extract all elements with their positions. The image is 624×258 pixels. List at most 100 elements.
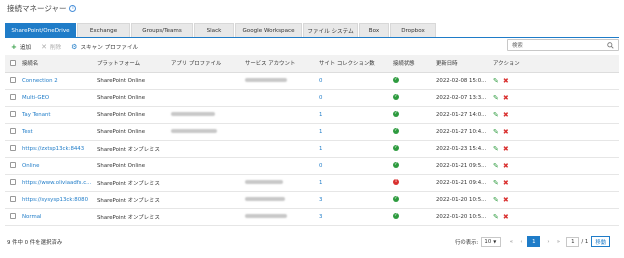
delete-icon[interactable]: ✖ xyxy=(503,111,509,119)
search-icon[interactable] xyxy=(607,42,614,49)
row-checkbox[interactable] xyxy=(5,208,20,226)
connection-name-link[interactable]: Test xyxy=(20,123,95,141)
col-header-updated[interactable]: 更新日時 xyxy=(434,55,491,73)
site-count-link[interactable]: 1 xyxy=(317,174,391,192)
actions-cell: ✎ ✖ xyxy=(491,140,619,158)
tab-box[interactable]: Box xyxy=(359,23,389,37)
col-header-app-profile[interactable]: アプリ プロファイル xyxy=(169,55,243,73)
actions-cell: ✎ ✖ xyxy=(491,208,619,226)
service-account-cell xyxy=(243,106,317,124)
edit-icon[interactable]: ✎ xyxy=(493,128,499,136)
check-circle-icon: ✓ xyxy=(393,77,399,84)
last-page-icon[interactable]: » xyxy=(554,239,562,245)
tab-underline xyxy=(5,37,619,38)
edit-icon[interactable]: ✎ xyxy=(493,162,499,170)
app-profile-cell xyxy=(169,123,243,141)
col-header-service-account[interactable]: サービス アカウント xyxy=(243,55,317,73)
delete-icon[interactable]: ✖ xyxy=(503,77,509,85)
actions-cell: ✎ ✖ xyxy=(491,123,619,141)
col-header-site-count[interactable]: サイト コレクション数 xyxy=(317,55,391,73)
table-body: Connection 2 SharePoint Online 0 ✓ 2022-02-0… xyxy=(5,72,619,226)
first-page-icon[interactable]: « xyxy=(507,239,515,245)
rows-per-page-label: 行の表示: xyxy=(455,239,479,246)
check-circle-icon: ✓ xyxy=(393,111,399,118)
site-count-link[interactable]: 3 xyxy=(317,208,391,226)
col-header-status[interactable]: 接続状態 xyxy=(391,55,434,73)
page-number-current[interactable]: 1 xyxy=(527,236,541,247)
prev-page-icon[interactable]: ‹ xyxy=(517,239,525,245)
connection-name-link[interactable]: Tay Tenant xyxy=(20,106,95,124)
tab-exchange[interactable]: Exchange xyxy=(77,23,130,37)
edit-icon[interactable]: ✎ xyxy=(493,213,499,221)
site-count-link[interactable]: 1 xyxy=(317,140,391,158)
platform-cell: SharePoint Online xyxy=(95,89,169,107)
delete-icon[interactable]: ✖ xyxy=(503,128,509,136)
app-profile-cell xyxy=(169,106,243,124)
connection-name-link[interactable]: https://www.oliviaadfs.c... xyxy=(20,174,95,192)
tab-file-system[interactable]: ファイル システム xyxy=(303,23,358,37)
site-count-link[interactable]: 0 xyxy=(317,89,391,107)
row-checkbox[interactable] xyxy=(5,140,20,158)
tab-dropbox[interactable]: Dropbox xyxy=(390,23,436,37)
col-header-name[interactable]: 接続名 xyxy=(20,55,95,73)
rows-per-page-select[interactable]: 10 ▼ xyxy=(481,236,502,247)
delete-icon[interactable]: ✖ xyxy=(503,162,509,170)
search-input[interactable]: 検索 xyxy=(507,39,619,51)
select-all-checkbox[interactable] xyxy=(5,55,20,73)
delete-icon[interactable]: ✖ xyxy=(503,179,509,187)
edit-icon[interactable]: ✎ xyxy=(493,77,499,85)
updated-cell: 2022-01-20 10:5... xyxy=(434,208,491,226)
delete-icon[interactable]: ✖ xyxy=(503,213,509,221)
tab-google-workspace[interactable]: Google Workspace xyxy=(235,23,302,37)
site-count-link[interactable]: 1 xyxy=(317,123,391,141)
table-row: Normal SharePoint オンプレミス 3 ✓ 2022-01-20 10:5… xyxy=(5,208,619,226)
move-button[interactable]: 移動 xyxy=(591,236,611,247)
connection-name-link[interactable]: Online xyxy=(20,157,95,175)
updated-cell: 2022-01-21 09:4... xyxy=(434,174,491,192)
row-checkbox[interactable] xyxy=(5,89,20,107)
delete-button[interactable]: ✕ 削除 xyxy=(41,43,61,51)
row-checkbox[interactable] xyxy=(5,123,20,141)
info-icon[interactable]: i xyxy=(69,5,77,12)
delete-icon[interactable]: ✖ xyxy=(503,94,509,102)
connection-name-link[interactable]: https://zxtsp13ck:8443 xyxy=(20,140,95,158)
selection-count: 9 件中 0 件を選択済み xyxy=(7,240,63,246)
connection-status-cell: ✓ xyxy=(391,157,434,175)
edit-icon[interactable]: ✎ xyxy=(493,145,499,153)
add-button[interactable]: + 追加 xyxy=(11,43,31,51)
scan-profile-button[interactable]: ⚙ スキャン プロファイル xyxy=(71,43,138,51)
site-count-link[interactable]: 0 xyxy=(317,72,391,90)
toolbar: + 追加 ✕ 削除 ⚙ スキャン プロファイル xyxy=(11,41,148,52)
row-checkbox[interactable] xyxy=(5,72,20,90)
tab-slack[interactable]: Slack xyxy=(194,23,234,37)
row-checkbox[interactable] xyxy=(5,157,20,175)
edit-icon[interactable]: ✎ xyxy=(493,196,499,204)
next-page-icon[interactable]: › xyxy=(544,239,552,245)
connection-status-cell: ✓ xyxy=(391,208,434,226)
row-checkbox[interactable] xyxy=(5,191,20,209)
site-count-link[interactable]: 3 xyxy=(317,191,391,209)
table-row: Online SharePoint Online 0 ✓ 2022-01-21 09:5… xyxy=(5,157,619,175)
edit-icon[interactable]: ✎ xyxy=(493,111,499,119)
edit-icon[interactable]: ✎ xyxy=(493,179,499,187)
tab-sharepoint-onedrive[interactable]: SharePoint/OneDrive xyxy=(5,23,76,37)
delete-icon[interactable]: ✖ xyxy=(503,196,509,204)
connection-name-link[interactable]: Normal xyxy=(20,208,95,226)
site-count-link[interactable]: 1 xyxy=(317,106,391,124)
connection-status-cell: ✓ xyxy=(391,89,434,107)
table-footer: 9 件中 0 件を選択済み 行の表示: 10 ▼ « ‹ 1 › » 1 / 1 … xyxy=(0,235,624,249)
check-circle-icon: ✓ xyxy=(393,213,399,220)
connection-name-link[interactable]: Multi-GEO xyxy=(20,89,95,107)
page-input[interactable]: 1 xyxy=(566,236,580,247)
col-header-platform[interactable]: プラットフォーム xyxy=(95,55,169,73)
delete-icon[interactable]: ✖ xyxy=(503,145,509,153)
site-count-link[interactable]: 0 xyxy=(317,157,391,175)
edit-icon[interactable]: ✎ xyxy=(493,94,499,102)
row-checkbox[interactable] xyxy=(5,106,20,124)
row-checkbox[interactable] xyxy=(5,174,20,192)
platform-cell: SharePoint オンプレミス xyxy=(95,140,169,158)
connection-name-link[interactable]: https://sysysp13ck:8080 xyxy=(20,191,95,209)
connection-name-link[interactable]: Connection 2 xyxy=(20,72,95,90)
tab-groups-teams[interactable]: Groups/Teams xyxy=(131,23,193,37)
search-placeholder: 検索 xyxy=(512,43,523,49)
